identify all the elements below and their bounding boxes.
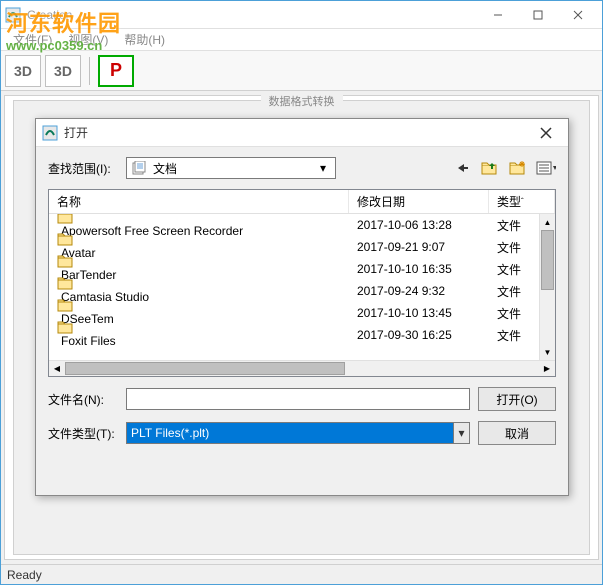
- filename-input[interactable]: [126, 388, 470, 410]
- scroll-right-icon[interactable]: ▶: [539, 361, 555, 376]
- folder-icon: [57, 277, 341, 290]
- file-date: 2017-09-24 9:32: [349, 282, 489, 300]
- dialog-body: 查找范围(I): 文档 ▾ 名称 修改日期 类型 ˆ: [36, 147, 568, 455]
- cancel-button[interactable]: 取消: [478, 421, 556, 445]
- close-button[interactable]: [558, 3, 598, 27]
- app-icon: [5, 7, 21, 23]
- file-date: 2017-10-06 13:28: [349, 216, 489, 234]
- toolbar-p-button[interactable]: P: [98, 55, 134, 87]
- scroll-up-icon[interactable]: ▲: [540, 214, 555, 230]
- column-date[interactable]: 修改日期: [349, 190, 489, 213]
- toolbar: 3D 3D P: [1, 51, 602, 91]
- nav-icons: [452, 158, 556, 178]
- hscroll-thumb[interactable]: [65, 362, 345, 375]
- scroll-thumb[interactable]: [541, 230, 554, 290]
- vertical-scrollbar[interactable]: ▲ ▼: [539, 214, 555, 360]
- up-folder-icon[interactable]: [480, 158, 500, 178]
- lookin-label: 查找范围(I):: [48, 160, 118, 177]
- folder-icon: [57, 255, 341, 268]
- menu-view[interactable]: 视图(V): [60, 29, 116, 50]
- column-name[interactable]: 名称: [49, 190, 349, 213]
- folder-icon: [57, 321, 341, 334]
- file-date: 2017-09-21 9:07: [349, 238, 489, 256]
- sort-indicator-icon: ˆ: [521, 197, 524, 206]
- folder-icon: [57, 233, 341, 246]
- main-titlebar: Creation: [1, 1, 602, 29]
- filetype-label: 文件类型(T):: [48, 425, 118, 442]
- filetype-combo[interactable]: PLT Files(*.plt) ▾: [126, 422, 470, 444]
- toolbar-3d-button-2[interactable]: 3D: [45, 55, 81, 87]
- dropdown-arrow-icon: ▾: [315, 161, 331, 175]
- filetype-dropdown-icon: ▾: [453, 423, 469, 443]
- file-date: 2017-10-10 16:35: [349, 260, 489, 278]
- file-name: Foxit Files: [61, 334, 116, 348]
- new-folder-icon[interactable]: [508, 158, 528, 178]
- dialog-icon: [42, 125, 58, 141]
- menu-file[interactable]: 文件(F): [5, 29, 60, 50]
- open-dialog: 打开 查找范围(I): 文档 ▾ 名称 修改: [35, 118, 569, 496]
- filename-label: 文件名(N):: [48, 391, 118, 408]
- scroll-down-icon[interactable]: ▼: [540, 344, 555, 360]
- minimize-button[interactable]: [478, 3, 518, 27]
- table-row[interactable]: Foxit Files2017-09-30 16:25文件: [49, 324, 555, 346]
- lookin-row: 查找范围(I): 文档 ▾: [48, 157, 556, 179]
- maximize-button[interactable]: [518, 3, 558, 27]
- back-icon[interactable]: [452, 158, 472, 178]
- bottom-controls: 文件名(N): 打开(O) 文件类型(T): PLT Files(*.plt) …: [48, 387, 556, 445]
- open-button[interactable]: 打开(O): [478, 387, 556, 411]
- lookin-value: 文档: [153, 160, 315, 177]
- toolbar-3d-button-1[interactable]: 3D: [5, 55, 41, 87]
- file-date: 2017-09-30 16:25: [349, 326, 489, 344]
- statusbar: Ready: [1, 564, 602, 584]
- lookin-combo[interactable]: 文档 ▾: [126, 157, 336, 179]
- file-date: 2017-10-10 13:45: [349, 304, 489, 322]
- folder-icon: [57, 299, 341, 312]
- dialog-close-button[interactable]: [530, 122, 562, 144]
- scroll-left-icon[interactable]: ◀: [49, 361, 65, 376]
- status-text: Ready: [7, 568, 42, 582]
- file-list: 名称 修改日期 类型 ˆ Apowersoft Free Screen Reco…: [48, 189, 556, 377]
- menu-help[interactable]: 帮助(H): [116, 29, 173, 50]
- dialog-titlebar: 打开: [36, 119, 568, 147]
- documents-icon: [131, 161, 147, 175]
- filetype-value: PLT Files(*.plt): [131, 426, 453, 440]
- list-header: 名称 修改日期 类型 ˆ: [49, 190, 555, 214]
- horizontal-scrollbar[interactable]: ◀ ▶: [49, 360, 555, 376]
- main-title: Creation: [27, 8, 478, 22]
- client-caption: 数据格式转换: [261, 93, 343, 109]
- list-body[interactable]: Apowersoft Free Screen Recorder2017-10-0…: [49, 214, 555, 360]
- folder-icon: [57, 214, 341, 224]
- menubar: 文件(F) 视图(V) 帮助(H): [1, 29, 602, 51]
- dialog-title: 打开: [64, 124, 530, 141]
- toolbar-separator: [89, 57, 90, 85]
- column-type[interactable]: 类型 ˆ: [489, 190, 555, 213]
- view-menu-icon[interactable]: [536, 158, 556, 178]
